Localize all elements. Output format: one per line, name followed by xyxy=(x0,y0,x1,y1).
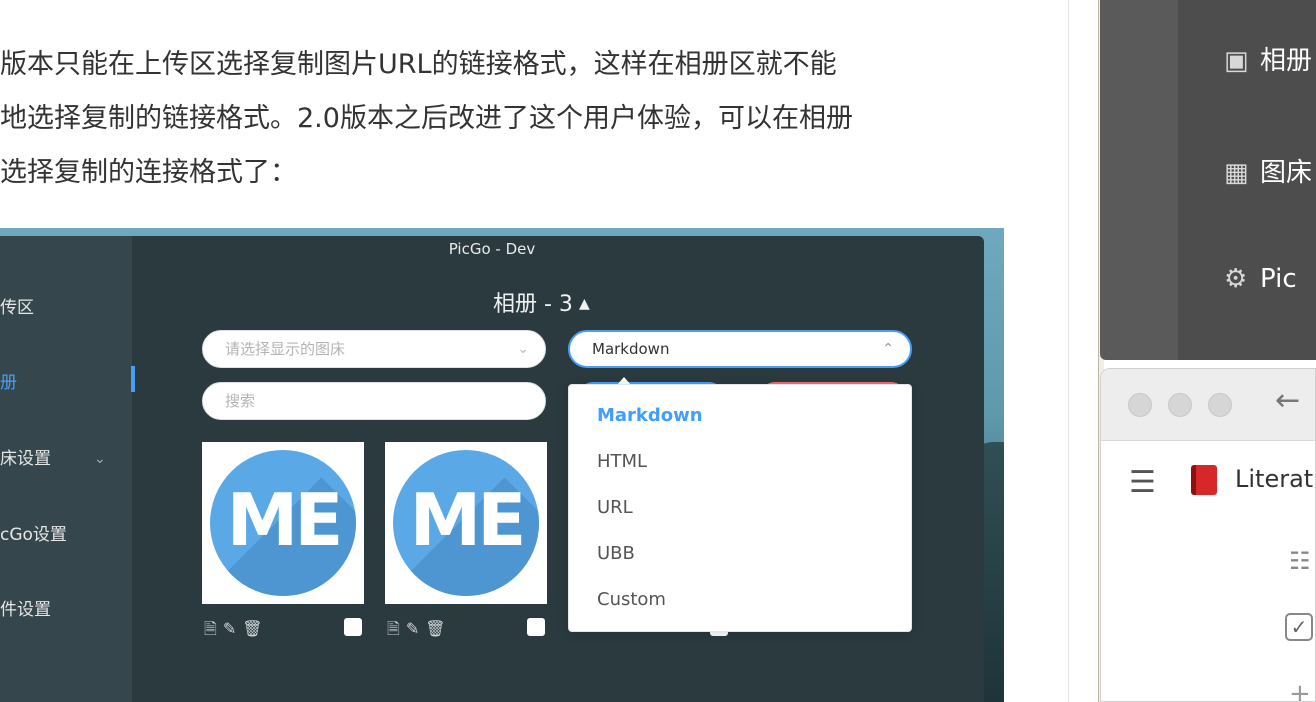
browser-window: ← ☰ Literatu ☷ ✓ + xyxy=(1100,368,1316,702)
zoom-dot[interactable] xyxy=(1208,393,1232,417)
column-divider xyxy=(1068,0,1069,702)
thumbnail-toolbar: 🗎 ✎ 🗑 xyxy=(204,618,269,638)
list-icon[interactable]: ☷ xyxy=(1289,547,1311,575)
copy-icon[interactable]: 🗎 xyxy=(387,619,400,638)
dark-menu-label: Pic xyxy=(1260,264,1297,294)
sidebar-item-picgo-settings[interactable]: cGo设置 xyxy=(0,520,67,545)
dropdown-option-html[interactable]: HTML xyxy=(597,451,647,472)
format-select[interactable]: Markdown ⌃ xyxy=(568,330,912,368)
trash-icon[interactable]: 🗑 xyxy=(425,619,445,638)
dark-menu-label: 相册 xyxy=(1260,46,1313,76)
dark-menu-item-picbed[interactable]: ▦ 图床 xyxy=(1224,152,1312,189)
me-logo-text: ME xyxy=(226,478,344,562)
select-checkbox[interactable] xyxy=(344,618,362,636)
edit-icon[interactable]: ✎ xyxy=(223,619,236,638)
window-titlebar: ← xyxy=(1101,369,1315,441)
select-checkbox[interactable] xyxy=(527,618,545,636)
caret-up-icon[interactable]: ▲ xyxy=(579,296,590,312)
chevron-down-icon: ⌄ xyxy=(94,451,106,467)
chevron-up-icon: ⌃ xyxy=(882,341,894,357)
image-thumbnail[interactable]: ME xyxy=(385,442,547,604)
checkbox-icon[interactable]: ✓ xyxy=(1285,613,1313,641)
plus-icon[interactable]: + xyxy=(1289,679,1311,701)
album-title: 相册 - 3 ▲ xyxy=(493,286,590,318)
notebook-title[interactable]: Literatu xyxy=(1235,465,1315,493)
me-logo-text: ME xyxy=(409,478,527,562)
dark-menu-label: 图床 xyxy=(1260,158,1313,188)
picgo-screenshot: 传区 册 床设置 ⌄ cGo设置 件设置 PicGo - Dev 相册 - 3 ▲… xyxy=(0,228,1004,702)
notebook-icon xyxy=(1191,465,1217,495)
chevron-down-icon: ⌄ xyxy=(517,341,529,357)
picbed-select-placeholder: 请选择显示的图床 xyxy=(225,340,346,358)
sidebar-item-album[interactable]: 册 xyxy=(0,368,17,393)
dropdown-option-custom[interactable]: Custom xyxy=(597,589,666,610)
dark-menu-item-picgo[interactable]: ⚙ Pic xyxy=(1224,264,1297,294)
trash-icon[interactable]: 🗑 xyxy=(242,619,262,638)
close-dot[interactable] xyxy=(1128,393,1152,417)
minimize-dot[interactable] xyxy=(1168,393,1192,417)
arrow-left-icon[interactable]: ← xyxy=(1275,383,1300,418)
article-line: 版本只能在上传区选择复制图片URL的链接格式，这样在相册区就不能 xyxy=(0,49,837,80)
grid-icon: ▦ xyxy=(1224,158,1249,188)
album-title-text: 相册 - 3 xyxy=(493,292,573,317)
article-line: 地选择复制的链接格式。2.0版本之后改进了这个用户体验，可以在相册 xyxy=(0,103,853,134)
article-paragraph: 版本只能在上传区选择复制图片URL的链接格式，这样在相册区就不能 地选择复制的链… xyxy=(0,38,1010,200)
image-thumbnail[interactable]: ME xyxy=(202,442,364,604)
dark-strip xyxy=(1100,0,1180,360)
copy-icon[interactable]: 🗎 xyxy=(204,619,217,638)
article-line: 选择复制的连接格式了： xyxy=(0,157,297,188)
dark-menu-item-album[interactable]: ▣ 相册 xyxy=(1224,40,1312,77)
window-title: PicGo - Dev xyxy=(448,240,536,258)
gear-icon: ⚙ xyxy=(1224,264,1248,294)
hamburger-icon[interactable]: ☰ xyxy=(1129,465,1156,500)
search-placeholder: 搜索 xyxy=(225,392,256,410)
dropdown-option-ubb[interactable]: UBB xyxy=(597,543,635,564)
sidebar-item-plugin-settings[interactable]: 件设置 xyxy=(0,595,51,620)
image-icon: ▣ xyxy=(1224,46,1249,76)
sidebar-item-upload[interactable]: 传区 xyxy=(0,293,34,318)
dropdown-option-markdown[interactable]: Markdown xyxy=(597,405,703,426)
picgo-window: 传区 册 床设置 ⌄ cGo设置 件设置 PicGo - Dev 相册 - 3 ▲… xyxy=(0,236,984,702)
dropdown-option-url[interactable]: URL xyxy=(597,497,633,518)
format-dropdown: Markdown HTML URL UBB Custom xyxy=(568,384,912,632)
thumbnail-toolbar: 🗎 ✎ 🗑 xyxy=(387,618,452,638)
search-input[interactable]: 搜索 xyxy=(202,382,546,420)
picbed-select[interactable]: 请选择显示的图床 ⌄ xyxy=(202,330,546,368)
active-indicator xyxy=(131,366,135,392)
sidebar-item-picbed-settings[interactable]: 床设置 xyxy=(0,444,51,469)
format-select-value: Markdown xyxy=(592,340,670,358)
sidebar: 传区 册 床设置 ⌄ cGo设置 件设置 xyxy=(0,236,132,702)
edit-icon[interactable]: ✎ xyxy=(406,619,419,638)
